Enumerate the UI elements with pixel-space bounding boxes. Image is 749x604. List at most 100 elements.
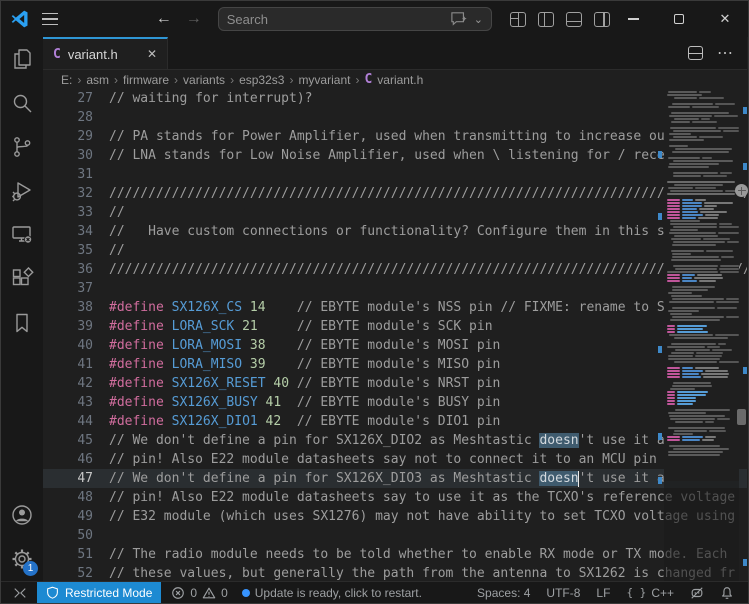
code-line[interactable]: 36//////////////////////////////////////…: [43, 260, 747, 279]
line-number[interactable]: 33: [43, 203, 93, 222]
line-number[interactable]: 35: [43, 241, 93, 260]
line-number[interactable]: 27: [43, 89, 93, 108]
minimize-button[interactable]: [610, 1, 656, 37]
search-icon[interactable]: [1, 81, 43, 125]
customize-layout-icon[interactable]: [510, 12, 526, 27]
code-line[interactable]: 52// these values, but generally the pat…: [43, 564, 747, 581]
line-number[interactable]: 28: [43, 108, 93, 127]
code-line[interactable]: 33//: [43, 203, 747, 222]
encoding-status[interactable]: UTF-8: [542, 582, 584, 604]
copilot-disabled-icon[interactable]: [686, 582, 708, 604]
code-line[interactable]: 44#define SX126X_DIO1 42 // EBYTE module…: [43, 412, 747, 431]
breadcrumb-item[interactable]: variant.h: [377, 73, 423, 87]
line-number[interactable]: 32: [43, 184, 93, 203]
line-number[interactable]: 41: [43, 355, 93, 374]
code-line[interactable]: 27// waiting for interrupt)?: [43, 89, 747, 108]
line-number[interactable]: 47: [43, 469, 93, 488]
line-number[interactable]: 34: [43, 222, 93, 241]
breadcrumb-item[interactable]: firmware: [123, 73, 169, 87]
toggle-secondary-sidebar-icon[interactable]: [594, 12, 610, 27]
code-line[interactable]: 48// pin! Also E22 module datasheets say…: [43, 488, 747, 507]
tab-variant-h[interactable]: C variant.h ✕: [43, 37, 168, 69]
forward-arrow-icon[interactable]: →: [186, 10, 202, 28]
breadcrumb-item[interactable]: esp32s3: [239, 73, 284, 87]
problems-indicator[interactable]: 0 0: [167, 582, 231, 604]
language-status[interactable]: { } C++: [622, 582, 678, 604]
toggle-primary-sidebar-icon[interactable]: [538, 12, 554, 27]
line-number[interactable]: 39: [43, 317, 93, 336]
code-line[interactable]: 46// pin! Also E22 module datasheets say…: [43, 450, 747, 469]
scrollbar-thumb[interactable]: [737, 409, 746, 425]
eol-status[interactable]: LF: [592, 582, 614, 604]
code-editor[interactable]: 27// waiting for interrupt)?2829// PA st…: [43, 89, 747, 581]
toggle-panel-icon[interactable]: [566, 12, 582, 27]
code-line[interactable]: 29// PA stands for Power Amplifier, used…: [43, 127, 747, 146]
explorer-icon[interactable]: [1, 37, 43, 81]
notifications-bell-icon[interactable]: [716, 582, 738, 604]
line-number[interactable]: 36: [43, 260, 93, 279]
code-line[interactable]: 35//: [43, 241, 747, 260]
code-line[interactable]: 39#define LORA_SCK 21 // EBYTE module's …: [43, 317, 747, 336]
settings-gear-icon[interactable]: 1: [1, 537, 43, 581]
remote-explorer-icon[interactable]: [1, 213, 43, 257]
line-number[interactable]: 42: [43, 374, 93, 393]
menu-hamburger-icon[interactable]: [42, 13, 58, 25]
line-number[interactable]: 29: [43, 127, 93, 146]
code-line[interactable]: 32//////////////////////////////////////…: [43, 184, 747, 203]
bookmarks-icon[interactable]: [1, 301, 43, 345]
line-number[interactable]: 38: [43, 298, 93, 317]
breadcrumb-item[interactable]: asm: [86, 73, 109, 87]
code-line[interactable]: 49// E32 module (which uses SX1276) may …: [43, 507, 747, 526]
window-resize-handle[interactable]: [735, 184, 748, 197]
account-icon[interactable]: [1, 493, 43, 537]
code-line-current[interactable]: 47// We don't define a pin for SX126X_DI…: [43, 469, 747, 488]
code-line[interactable]: 28: [43, 108, 747, 127]
line-number[interactable]: 50: [43, 526, 93, 545]
code-line[interactable]: 31: [43, 165, 747, 184]
code-line[interactable]: 37: [43, 279, 747, 298]
line-number[interactable]: 31: [43, 165, 93, 184]
line-number[interactable]: 30: [43, 146, 93, 165]
code-line[interactable]: 38#define SX126X_CS 14 // EBYTE module's…: [43, 298, 747, 317]
line-number[interactable]: 51: [43, 545, 93, 564]
more-actions-icon[interactable]: ⋯: [717, 43, 733, 63]
run-debug-icon[interactable]: [1, 169, 43, 213]
breadcrumb-item[interactable]: variants: [183, 73, 225, 87]
close-button[interactable]: ✕: [702, 1, 748, 37]
breadcrumb-item[interactable]: E:: [61, 73, 72, 87]
minimap-line: [664, 340, 739, 342]
split-editor-icon[interactable]: [688, 46, 703, 60]
code-line[interactable]: 40#define LORA_MOSI 38 // EBYTE module's…: [43, 336, 747, 355]
line-number[interactable]: 46: [43, 450, 93, 469]
minimap[interactable]: [664, 89, 739, 481]
restricted-mode-badge[interactable]: Restricted Mode: [37, 582, 161, 604]
line-number[interactable]: 48: [43, 488, 93, 507]
code-line[interactable]: 50: [43, 526, 747, 545]
maximize-button[interactable]: [656, 1, 702, 37]
line-number[interactable]: 52: [43, 564, 93, 581]
line-number[interactable]: 45: [43, 431, 93, 450]
extensions-icon[interactable]: [1, 257, 43, 301]
indentation-status[interactable]: Spaces: 4: [473, 582, 534, 604]
code-line[interactable]: 30// LNA stands for Low Noise Amplifier,…: [43, 146, 747, 165]
code-line[interactable]: 45// We don't define a pin for SX126X_DI…: [43, 431, 747, 450]
code-line[interactable]: 41#define LORA_MISO 39 // EBYTE module's…: [43, 355, 747, 374]
tab-close-icon[interactable]: ✕: [147, 47, 157, 61]
chevron-down-icon[interactable]: ⌄: [474, 13, 483, 26]
line-number[interactable]: 49: [43, 507, 93, 526]
code-line[interactable]: 34// Have custom connections or function…: [43, 222, 747, 241]
line-number[interactable]: 40: [43, 336, 93, 355]
code-line[interactable]: 42#define SX126X_RESET 40 // EBYTE modul…: [43, 374, 747, 393]
line-number[interactable]: 44: [43, 412, 93, 431]
code-line[interactable]: 51// The radio module needs to be told w…: [43, 545, 747, 564]
code-line[interactable]: 43#define SX126X_BUSY 41 // EBYTE module…: [43, 393, 747, 412]
remote-indicator-icon[interactable]: [9, 582, 31, 604]
command-center-search[interactable]: Search ⌄: [218, 7, 492, 31]
back-arrow-icon[interactable]: ←: [156, 10, 172, 28]
line-number[interactable]: 43: [43, 393, 93, 412]
chat-icon[interactable]: [450, 11, 468, 27]
breadcrumb-item[interactable]: myvariant: [298, 73, 350, 87]
source-control-icon[interactable]: [1, 125, 43, 169]
update-notification[interactable]: Update is ready, click to restart.: [238, 582, 426, 604]
line-number[interactable]: 37: [43, 279, 93, 298]
